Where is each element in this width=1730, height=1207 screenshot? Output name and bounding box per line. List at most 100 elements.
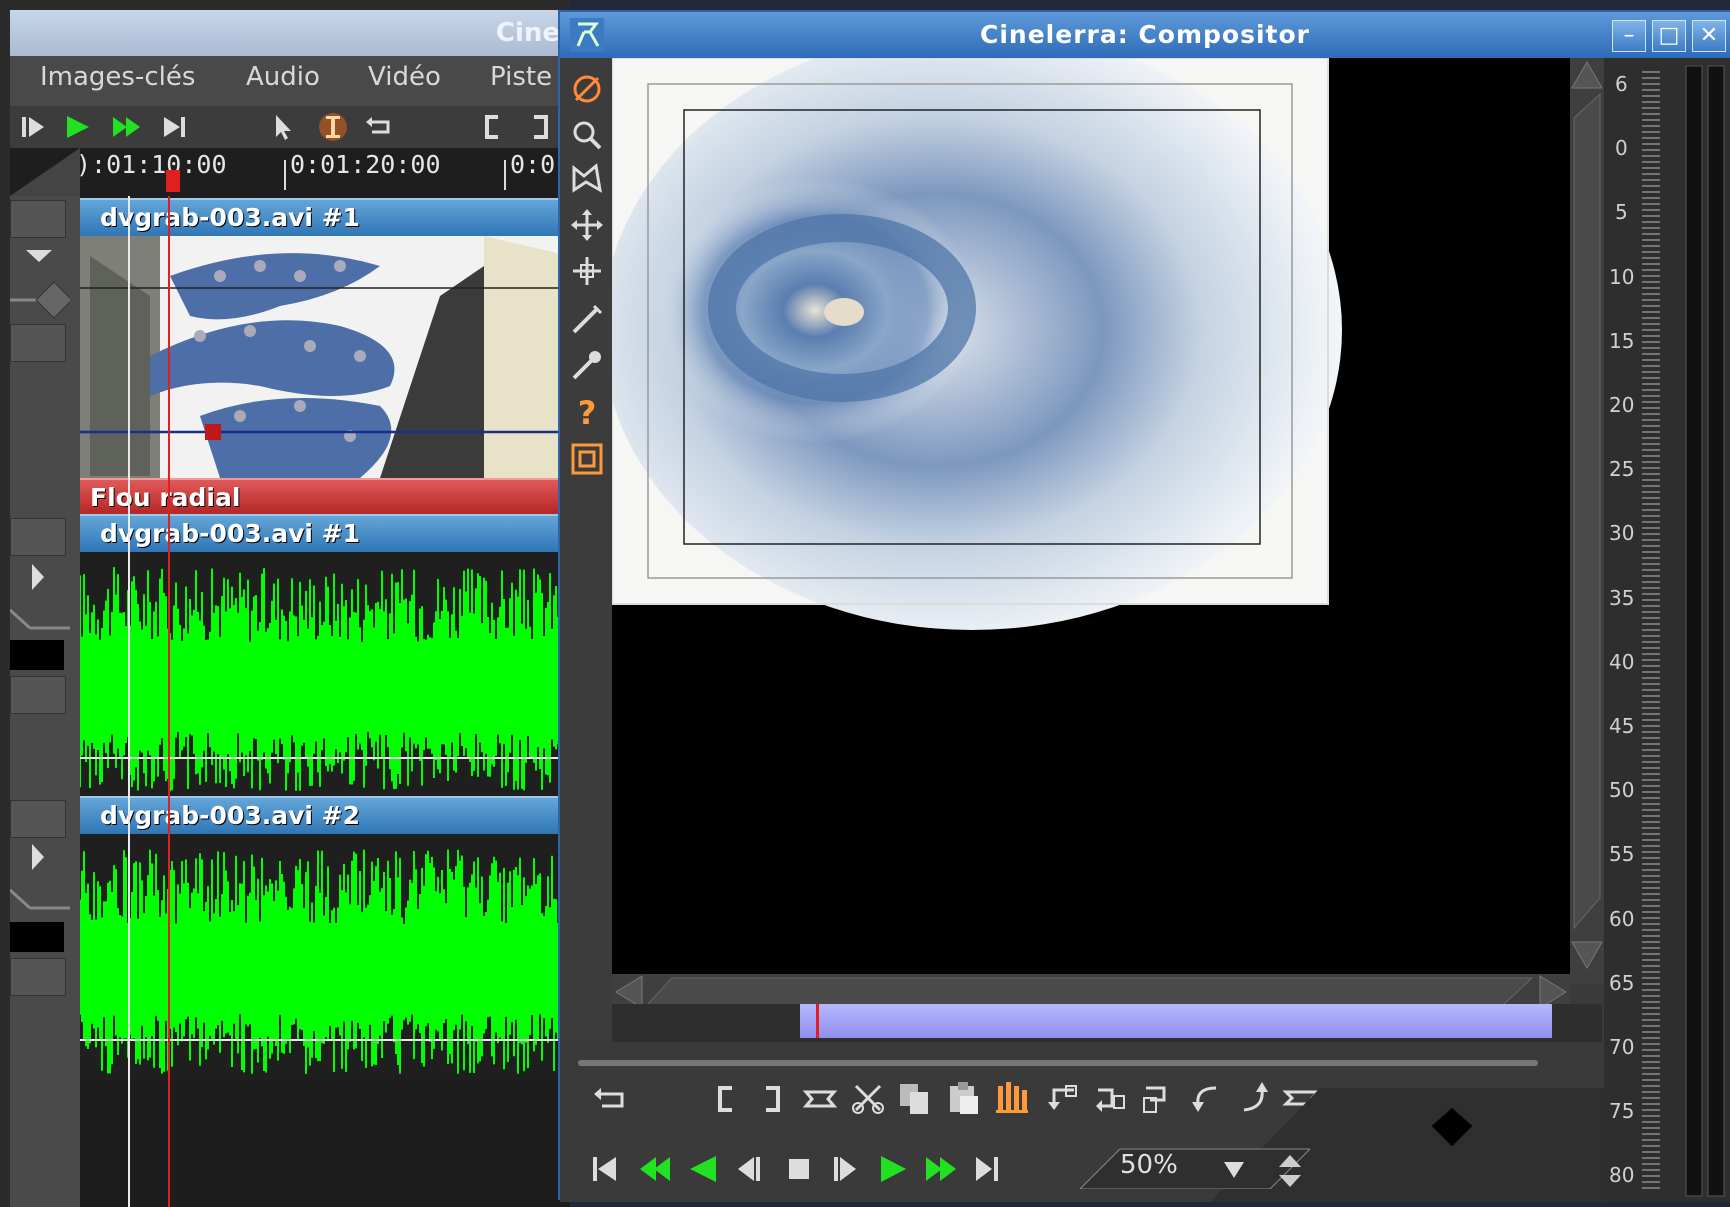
- ibeam-tool-icon[interactable]: [318, 110, 348, 144]
- menu-audio[interactable]: Audio: [246, 62, 320, 92]
- patch-button[interactable]: [10, 958, 66, 996]
- patch-button[interactable]: [10, 800, 66, 838]
- compositor-title: Cinelerra: Compositor: [980, 20, 1310, 49]
- zoom-select[interactable]: 50%: [1120, 1150, 1178, 1180]
- svg-text:?: ?: [578, 394, 597, 430]
- paste-icon[interactable]: [946, 1080, 982, 1116]
- loop-icon[interactable]: [590, 1082, 630, 1116]
- undo-icon[interactable]: [1140, 1080, 1176, 1116]
- ruler-time-1: ):01:10:00: [76, 150, 227, 179]
- zoom-icon[interactable]: [570, 118, 604, 152]
- audio-waveform-1: [80, 552, 570, 798]
- frame-forward-icon[interactable]: [828, 1152, 862, 1186]
- menu-keyframes[interactable]: Images-clés: [40, 62, 195, 92]
- meter-label: 80: [1609, 1163, 1635, 1188]
- timebar-playhead[interactable]: [816, 1004, 819, 1038]
- minimize-button[interactable]: –: [1612, 20, 1646, 52]
- copy-icon[interactable]: [896, 1080, 932, 1116]
- out-point-icon[interactable]: [758, 1082, 788, 1116]
- patch-button[interactable]: [10, 200, 66, 238]
- collapse-icon[interactable]: [28, 842, 48, 872]
- track-title-audio-1[interactable]: dvgrab-003.avi #1: [80, 514, 570, 552]
- video-thumbnail: [80, 236, 570, 478]
- meter-label: 60: [1609, 906, 1635, 931]
- splice-icon[interactable]: [994, 1078, 1030, 1116]
- maximize-button[interactable]: □: [1652, 20, 1686, 52]
- menu-track[interactable]: Piste: [490, 62, 552, 92]
- overwrite-icon[interactable]: [1044, 1080, 1080, 1116]
- timeline-title: Cine: [495, 18, 560, 48]
- timeline-window: Cine Images-clés Audio Vidéo Piste ):01:…: [0, 0, 570, 1207]
- meter-label: 70: [1609, 1035, 1635, 1059]
- ruler-corner: [10, 148, 80, 196]
- patch-button[interactable]: [10, 640, 64, 670]
- loop-icon[interactable]: [362, 112, 396, 142]
- patch-button[interactable]: [10, 324, 66, 362]
- crop-icon[interactable]: [570, 302, 604, 336]
- meter-label: 35: [1609, 585, 1635, 610]
- play-icon[interactable]: [62, 112, 92, 142]
- fast-forward-icon[interactable]: [922, 1152, 960, 1186]
- mask-icon[interactable]: [570, 162, 604, 196]
- in-point-icon[interactable]: [478, 112, 508, 142]
- timeline-titlebar[interactable]: Cine: [10, 10, 570, 60]
- patch-button[interactable]: [10, 518, 66, 556]
- meter-label: 25: [1609, 457, 1635, 482]
- playhead-line[interactable]: [168, 196, 170, 1207]
- end-icon[interactable]: [160, 112, 190, 142]
- playhead-marker[interactable]: [166, 170, 180, 192]
- fast-reverse-icon[interactable]: [636, 1152, 674, 1186]
- meter-label: 65: [1609, 970, 1635, 995]
- meter-label: 30: [1609, 521, 1635, 546]
- frame-forward-icon[interactable]: [18, 112, 48, 142]
- safe-region-icon[interactable]: [570, 442, 604, 476]
- stop-icon[interactable]: [782, 1152, 816, 1186]
- help-icon[interactable]: ?: [570, 394, 604, 430]
- meter-scale: [1642, 65, 1725, 1197]
- meter-label: 15: [1609, 328, 1635, 353]
- ruler-tick: [284, 160, 286, 190]
- fader-icon[interactable]: [10, 280, 70, 320]
- label-icon[interactable]: [800, 1082, 840, 1116]
- meter-label: 6: [1615, 72, 1628, 96]
- patch-button[interactable]: [10, 922, 64, 952]
- collapse-icon[interactable]: [28, 562, 48, 592]
- effect-bar[interactable]: Flou radial: [80, 478, 570, 516]
- meter-label: 5: [1615, 200, 1628, 225]
- close-button[interactable]: ✕: [1692, 20, 1726, 52]
- frame-back-icon[interactable]: [732, 1152, 766, 1186]
- fast-forward-icon[interactable]: [110, 112, 144, 142]
- patch-button[interactable]: [10, 676, 66, 714]
- reverse-icon[interactable]: [686, 1152, 720, 1186]
- track-title-audio-2[interactable]: dvgrab-003.avi #2: [80, 796, 570, 834]
- expand-icon[interactable]: [24, 246, 54, 266]
- compositor-toolstrip: [560, 58, 612, 1038]
- protect-icon[interactable]: [570, 72, 604, 106]
- end-icon[interactable]: [970, 1152, 1004, 1186]
- to-clip-icon[interactable]: [1092, 1080, 1128, 1116]
- audio-waveform-2: [80, 834, 570, 1080]
- in-point-icon[interactable]: [710, 1082, 740, 1116]
- ruler-time-2: 0:01:20:00: [290, 150, 441, 179]
- effect-label: Flou radial: [90, 483, 241, 512]
- position-slider[interactable]: [578, 1060, 1538, 1066]
- rewind-icon[interactable]: [588, 1152, 622, 1186]
- ruler-move-icon[interactable]: [570, 208, 604, 242]
- arrow-tool-icon[interactable]: [268, 112, 298, 142]
- compositor-window: Cinelerra: Compositor – □ ✕ ? 50% 6 0 5 …: [558, 10, 1730, 1202]
- track-title-video[interactable]: dvgrab-003.avi #1: [80, 198, 570, 236]
- zoom-stepper[interactable]: [1276, 1152, 1304, 1190]
- ruler-tick: [504, 160, 506, 190]
- projector-icon[interactable]: [570, 254, 604, 288]
- timebar-selection[interactable]: [800, 1004, 1552, 1038]
- track-title-label: dvgrab-003.avi #1: [100, 203, 361, 232]
- eyedropper-icon[interactable]: [570, 348, 604, 382]
- vertical-scrollbar-track[interactable]: [1570, 58, 1604, 984]
- play-icon[interactable]: [876, 1152, 910, 1186]
- out-point-icon[interactable]: [526, 112, 556, 142]
- pan-icon: [10, 608, 70, 630]
- compositor-titlebar[interactable]: Cinelerra: Compositor – □ ✕: [560, 12, 1730, 58]
- cut-icon[interactable]: [850, 1080, 886, 1116]
- chevron-down-icon[interactable]: [1222, 1160, 1246, 1180]
- menu-video[interactable]: Vidéo: [368, 62, 441, 92]
